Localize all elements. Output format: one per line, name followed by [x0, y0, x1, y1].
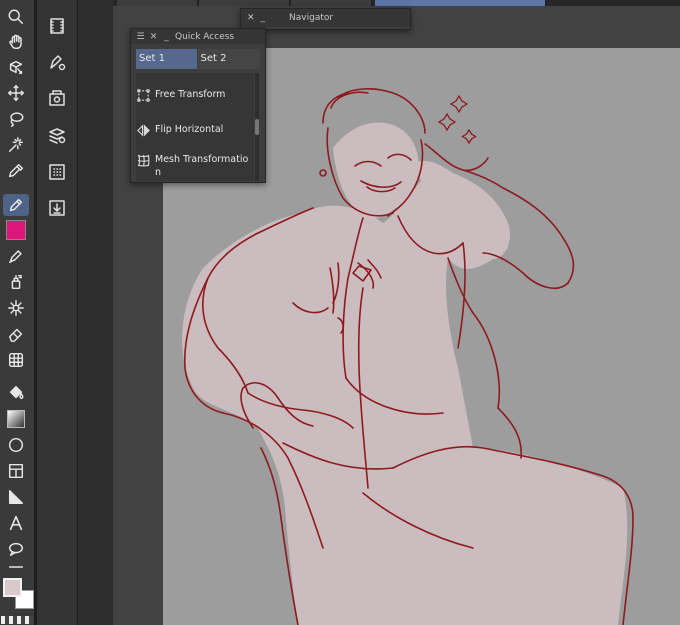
- lasso-select-icon[interactable]: [3, 108, 29, 130]
- quick-access-title: Quick Access: [175, 31, 235, 42]
- frame-icon[interactable]: [3, 460, 29, 482]
- color-swatches[interactable]: [2, 576, 36, 616]
- quick-access-scrollbar[interactable]: [255, 73, 259, 181]
- mesh-icon[interactable]: [3, 349, 29, 371]
- text-icon[interactable]: [3, 512, 29, 534]
- line-icon[interactable]: [3, 562, 29, 572]
- hand-icon[interactable]: [3, 31, 29, 53]
- rotate-icon[interactable]: [3, 56, 29, 78]
- eraser-icon[interactable]: [3, 323, 29, 345]
- list-item-flip-horizontal[interactable]: Flip Horizontal: [136, 123, 254, 138]
- main-color-swatch[interactable]: [3, 578, 22, 597]
- minimize-icon[interactable]: _: [261, 13, 266, 23]
- animation-icon[interactable]: [44, 14, 70, 38]
- list-item-free-transform[interactable]: Free Transform: [136, 88, 254, 103]
- ellipse-icon[interactable]: [3, 434, 29, 456]
- list-item-mesh-transformation[interactable]: Mesh Transformatio n: [136, 153, 254, 179]
- eyedropper-icon[interactable]: [3, 160, 29, 182]
- layer-property-icon[interactable]: [44, 86, 70, 110]
- material-icon[interactable]: [44, 160, 70, 184]
- quick-access-tabs: Set 1 Set 2: [136, 49, 260, 69]
- pen-icon[interactable]: [3, 194, 29, 216]
- scrollbar-thumb[interactable]: [255, 119, 259, 135]
- close-icon[interactable]: ✕: [247, 13, 255, 23]
- flip-horizontal-icon: [137, 124, 150, 137]
- decoration-icon[interactable]: [3, 297, 29, 319]
- panel-gutter: [77, 0, 114, 625]
- fill-icon[interactable]: [3, 382, 29, 404]
- ruler-icon[interactable]: [3, 486, 29, 508]
- pencil-icon[interactable]: [3, 245, 29, 267]
- navigator-header[interactable]: ✕ _ Navigator: [241, 9, 410, 27]
- gradient-icon[interactable]: [3, 408, 29, 430]
- mesh-transformation-label: Mesh Transformatio n: [155, 154, 249, 178]
- quick-access-header[interactable]: ☰ ✕ _ Quick Access: [131, 29, 265, 44]
- free-transform-icon: [137, 89, 150, 102]
- free-transform-label: Free Transform: [155, 89, 226, 100]
- tab-set-1[interactable]: Set 1: [136, 49, 197, 69]
- flip-horizontal-label: Flip Horizontal: [155, 124, 224, 135]
- tab-set-2[interactable]: Set 2: [197, 49, 260, 69]
- side-panel-icons: [37, 0, 77, 625]
- airbrush-icon[interactable]: [3, 271, 29, 293]
- minimize-icon[interactable]: _: [162, 32, 171, 42]
- move-icon[interactable]: [3, 82, 29, 104]
- navigator-panel: ✕ _ Navigator: [240, 8, 411, 30]
- quick-access-panel: ☰ ✕ _ Quick Access Set 1 Set 2 Free Tran…: [130, 28, 266, 183]
- mesh-transformation-icon: [137, 154, 150, 167]
- layer-settings-icon[interactable]: [44, 124, 70, 148]
- magic-wand-icon[interactable]: [3, 134, 29, 156]
- navigator-title: Navigator: [289, 13, 334, 23]
- zoom-icon[interactable]: [3, 6, 29, 28]
- main-toolbar: [0, 0, 35, 625]
- download-icon[interactable]: [44, 196, 70, 220]
- vector-settings-icon[interactable]: [44, 50, 70, 74]
- color-swatch-icon[interactable]: [3, 219, 29, 241]
- quick-access-list: Free Transform Flip Horizontal Mesh Tran…: [136, 73, 254, 181]
- balloon-icon[interactable]: [3, 538, 29, 560]
- close-icon[interactable]: ✕: [149, 32, 158, 42]
- transparent-color-swatch[interactable]: [1, 616, 33, 624]
- menu-icon[interactable]: ☰: [136, 32, 145, 42]
